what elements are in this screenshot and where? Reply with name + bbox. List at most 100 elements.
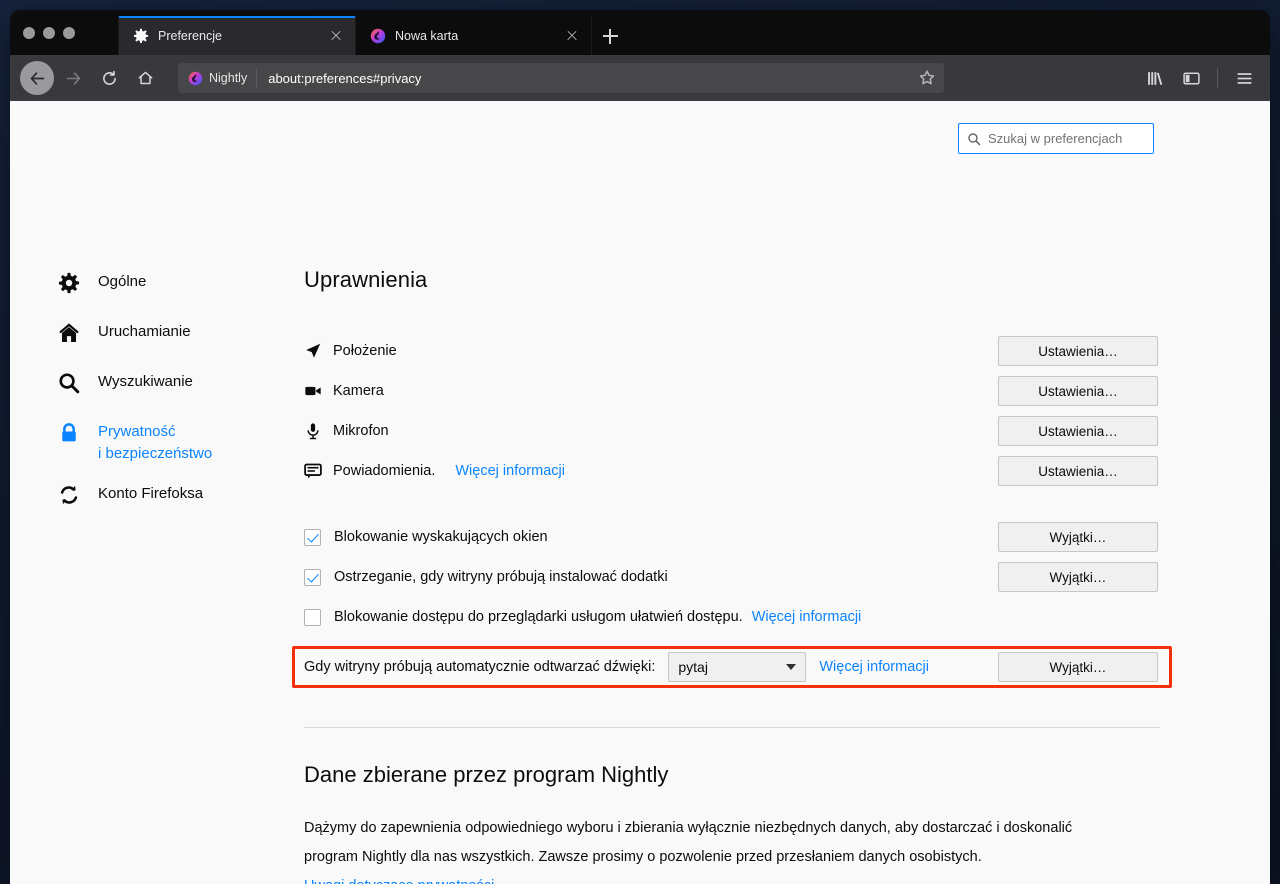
search-icon — [59, 373, 80, 394]
star-icon[interactable] — [918, 69, 936, 87]
addons-exceptions-button[interactable]: Wyjątki… — [998, 562, 1158, 592]
zoom-window-button[interactable] — [63, 26, 75, 39]
data-collection-section: Dane zbierane przez program Nightly Dąży… — [304, 762, 1160, 884]
tab-title: Preferencje — [158, 28, 222, 43]
camera-icon — [305, 386, 321, 396]
location-arrow-icon — [306, 343, 321, 358]
section-divider — [304, 727, 1160, 728]
window-controls[interactable] — [10, 10, 118, 55]
permission-row-kamera: Kamera Ustawienia… — [304, 371, 1160, 411]
preferences-main: Uprawnienia Położenie Ustawienia… Kamera… — [292, 267, 1172, 884]
permissions-heading: Uprawnienia — [304, 267, 428, 292]
block-popups-checkbox[interactable] — [304, 528, 321, 546]
sync-icon — [60, 485, 78, 505]
sidebar-toggle-button[interactable] — [1175, 62, 1207, 94]
library-icon — [1147, 71, 1162, 85]
permission-label: Powiadomienia. — [333, 463, 436, 479]
permission-row-mikrofon: Mikrofon Ustawienia… — [304, 411, 1160, 451]
permission-label: Mikrofon — [333, 423, 389, 439]
permission-row-powiadomienia: Powiadomienia. Więcej informacji Ustawie… — [304, 451, 1160, 491]
permission-checkboxes: Blokowanie wyskakujących okien Wyjątki… … — [292, 517, 1172, 695]
browser-window: Preferencje Nowa karta Nightly about:pre… — [10, 10, 1270, 884]
sidebar-item-label-line1: Prywatność — [98, 423, 176, 440]
sidebar-item-uruchamianie[interactable]: Uruchamianie — [58, 317, 273, 367]
desktop-background: Preferencje Nowa karta Nightly about:pre… — [0, 0, 1280, 884]
autoplay-label: Gdy witryny próbują automatycznie odtwar… — [304, 659, 656, 675]
data-collection-paragraph: Dążymy do zapewnienia odpowiedniego wybo… — [304, 820, 1073, 865]
permission-label: Kamera — [333, 383, 384, 399]
preferences-page: Szukaj w preferencjach Ogólne Uruchamian… — [10, 101, 1270, 884]
hamburger-menu-icon — [1237, 72, 1251, 84]
search-preferences-container: Szukaj w preferencjach — [958, 123, 1154, 154]
chevron-down-icon — [786, 664, 797, 670]
microphone-icon — [307, 423, 319, 440]
preferences-sidebar: Ogólne Uruchamianie Wyszukiwanie Prywatn… — [58, 267, 273, 529]
forward-button[interactable] — [56, 61, 90, 95]
permission-row-polozenie: Położenie Ustawienia… — [304, 331, 1160, 371]
minimize-window-button[interactable] — [43, 26, 55, 39]
reload-button[interactable] — [92, 61, 126, 95]
autoplay-setting-row: Gdy witryny próbują automatycznie odtwar… — [304, 647, 1160, 687]
address-bar[interactable]: Nightly about:preferences#privacy — [178, 63, 944, 93]
sidebar-item-label: Wyszukiwanie — [98, 373, 193, 390]
new-tab-button[interactable] — [592, 16, 628, 55]
warn-addon-install-checkbox[interactable] — [304, 568, 321, 586]
library-button[interactable] — [1139, 62, 1171, 94]
autoplay-learn-more-link[interactable]: Więcej informacji — [819, 659, 929, 675]
sidebar-item-konto-firefoksa[interactable]: Konto Firefoksa — [58, 479, 273, 529]
close-tab-button[interactable] — [327, 27, 345, 45]
location-settings-button[interactable]: Ustawienia… — [998, 336, 1158, 366]
close-window-button[interactable] — [23, 26, 35, 39]
checkbox-row-popups: Blokowanie wyskakujących okien Wyjątki… — [304, 517, 1160, 557]
checkbox-row-a11y: Blokowanie dostępu do przeglądarki usług… — [304, 597, 1160, 637]
sidebar-item-label: Uruchamianie — [98, 323, 191, 340]
popups-exceptions-button[interactable]: Wyjątki… — [998, 522, 1158, 552]
sidebar-item-prywatnosc-i-bezpieczenstwo[interactable]: Prywatność i bezpieczeństwo — [58, 417, 273, 479]
a11y-learn-more-link[interactable]: Więcej informacji — [752, 609, 862, 625]
search-icon — [968, 132, 981, 145]
tab-preferencje[interactable]: Preferencje — [118, 16, 355, 55]
sidebar-item-label: Konto Firefoksa — [98, 485, 204, 502]
sidebar-item-ogolne[interactable]: Ogólne — [58, 267, 273, 317]
checkbox-row-addons-warning: Ostrzeganie, gdy witryny próbują instalo… — [304, 557, 1160, 597]
gear-icon — [133, 28, 149, 43]
notifications-learn-more-link[interactable]: Więcej informacji — [455, 463, 565, 479]
microphone-settings-button[interactable]: Ustawienia… — [998, 416, 1158, 446]
data-collection-heading: Dane zbierane przez program Nightly — [304, 762, 669, 787]
autoplay-dropdown[interactable]: pytaj — [668, 652, 807, 682]
permission-label: Położenie — [333, 343, 397, 359]
firefox-logo-icon — [370, 28, 386, 43]
identity-label: Nightly — [209, 71, 248, 85]
block-accessibility-services-checkbox[interactable] — [304, 608, 321, 626]
close-tab-button[interactable] — [563, 27, 581, 45]
search-input[interactable]: Szukaj w preferencjach — [958, 123, 1154, 154]
autoplay-exceptions-button[interactable]: Wyjątki… — [998, 652, 1158, 682]
sidebar-item-label-line2: i bezpieczeństwo — [98, 445, 213, 462]
permissions-list: Położenie Ustawienia… Kamera Ustawienia…… — [304, 331, 1160, 491]
checkbox-label: Ostrzeganie, gdy witryny próbują instalo… — [334, 569, 668, 585]
gear-icon — [58, 272, 80, 294]
url-text[interactable]: about:preferences#privacy — [257, 71, 918, 86]
sidebar-item-wyszukiwanie[interactable]: Wyszukiwanie — [58, 367, 273, 417]
app-menu-button[interactable] — [1228, 62, 1260, 94]
navigation-toolbar: Nightly about:preferences#privacy — [10, 55, 1270, 101]
notifications-settings-button[interactable]: Ustawienia… — [998, 456, 1158, 486]
site-identity[interactable]: Nightly — [188, 69, 258, 87]
home-button[interactable] — [128, 61, 162, 95]
forward-arrow-icon — [66, 71, 80, 85]
autoplay-selected-value: pytaj — [678, 659, 708, 675]
tab-nowa-karta[interactable]: Nowa karta — [355, 16, 592, 55]
back-button[interactable] — [20, 61, 54, 95]
lock-icon — [62, 423, 76, 442]
notification-bubble-icon — [304, 463, 322, 479]
camera-settings-button[interactable]: Ustawienia… — [998, 376, 1158, 406]
toolbar-divider — [1217, 68, 1218, 88]
privacy-notice-link[interactable]: Uwagi dotyczące prywatności — [304, 878, 494, 884]
reload-icon — [102, 70, 116, 85]
sidebar-icon — [1182, 71, 1200, 85]
tab-strip: Preferencje Nowa karta — [10, 10, 1270, 55]
checkbox-label: Blokowanie dostępu do przeglądarki usług… — [334, 609, 743, 625]
back-arrow-icon — [30, 71, 44, 85]
home-icon — [59, 323, 79, 342]
search-placeholder-text: Szukaj w preferencjach — [988, 131, 1123, 146]
